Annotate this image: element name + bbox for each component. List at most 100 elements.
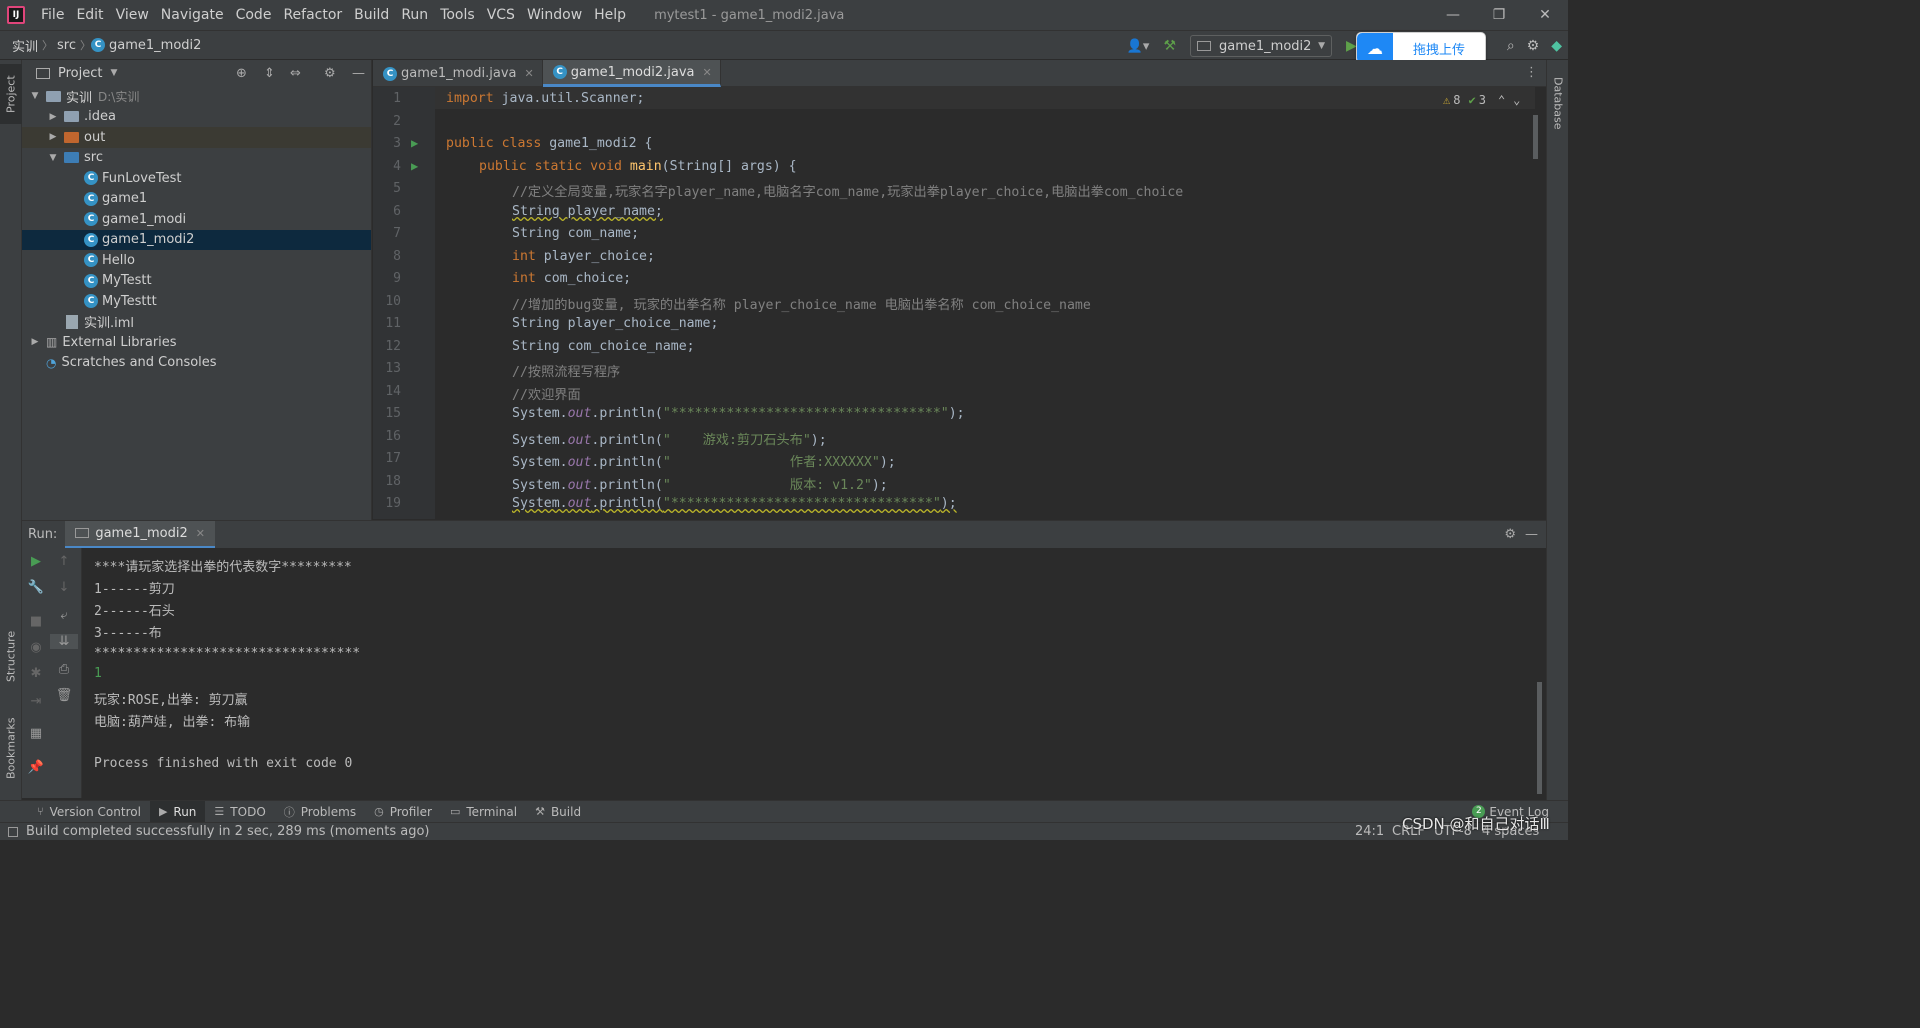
tree-item-funlovetest[interactable]: C FunLoveTest bbox=[22, 168, 371, 189]
trash-icon[interactable]: 🗑 bbox=[50, 688, 78, 703]
user-icon[interactable]: 👤▾ bbox=[1127, 39, 1150, 54]
tree-item-src[interactable]: ▼ src bbox=[22, 148, 371, 169]
run-configuration-select[interactable]: game1_modi2 ▼ bbox=[1190, 35, 1333, 57]
arrow-up-icon[interactable]: ↑ bbox=[50, 554, 78, 569]
menu-run[interactable]: Run bbox=[395, 0, 434, 30]
restore-button[interactable]: ❐ bbox=[1476, 0, 1522, 30]
tree-item-idea[interactable]: ▶ .idea bbox=[22, 107, 371, 128]
tool-label: Terminal bbox=[466, 804, 518, 819]
project-panel-title[interactable]: Project bbox=[58, 66, 102, 81]
editor-tab-game1-modi2[interactable]: C game1_modi2.java ✕ bbox=[542, 60, 721, 87]
menu-edit[interactable]: Edit bbox=[70, 0, 109, 30]
tree-item-mytestt[interactable]: C MyTestt bbox=[22, 271, 371, 292]
menu-build[interactable]: Build bbox=[348, 0, 395, 30]
tree-item-game1-modi2[interactable]: C game1_modi2 bbox=[22, 229, 371, 250]
tree-item-scratches[interactable]: ◔ Scratches and Consoles bbox=[22, 353, 371, 374]
code-editor[interactable]: import java.util.Scanner; public class g… bbox=[435, 87, 1546, 519]
line-number: 13 bbox=[385, 361, 401, 376]
gear-icon[interactable]: ⚙ bbox=[1504, 527, 1516, 542]
minimize-button[interactable]: — bbox=[1430, 0, 1476, 30]
console-output[interactable]: ****请玩家选择出拳的代表数字********* 1------剪刀 2---… bbox=[82, 548, 1546, 798]
todo-tab[interactable]: ☰ TODO bbox=[205, 801, 274, 823]
pin-icon[interactable]: 📌 bbox=[22, 760, 50, 775]
collapse-all-icon[interactable]: ⇔ bbox=[290, 66, 301, 81]
problems-tab[interactable]: ⓘ Problems bbox=[275, 801, 365, 823]
chevron-down-icon[interactable]: ⌄ bbox=[1513, 93, 1520, 107]
title-bar: IJ File Edit View Navigate Code Refactor… bbox=[0, 0, 1568, 30]
build-tab[interactable]: ⚒ Build bbox=[526, 801, 590, 823]
menu-view[interactable]: View bbox=[110, 0, 155, 30]
tree-root[interactable]: ▼ 实训 D:\实训 bbox=[22, 86, 371, 107]
code-line: public class game1_modi2 { bbox=[446, 136, 653, 151]
chevron-down-icon[interactable]: ▼ bbox=[110, 68, 117, 78]
tree-item-out[interactable]: ▶ out bbox=[22, 127, 371, 148]
branch-icon: ⑂ bbox=[37, 805, 44, 818]
menu-help[interactable]: Help bbox=[588, 0, 632, 30]
close-window-button[interactable]: ✕ bbox=[1522, 0, 1568, 30]
java-class-icon: C bbox=[84, 232, 98, 247]
tree-item-game1[interactable]: C game1 bbox=[22, 189, 371, 210]
profiler-tab[interactable]: ◷ Profiler bbox=[365, 801, 441, 823]
menu-window[interactable]: Window bbox=[521, 0, 588, 30]
code-line: String player_choice_name; bbox=[512, 316, 719, 331]
close-icon[interactable]: ✕ bbox=[196, 527, 205, 540]
print-icon[interactable]: ⎙ bbox=[50, 662, 78, 677]
tree-item-game1-modi[interactable]: C game1_modi bbox=[22, 209, 371, 230]
editor-tab-game1-modi[interactable]: C game1_modi.java ✕ bbox=[373, 60, 543, 87]
tree-item-hello[interactable]: C Hello bbox=[22, 250, 371, 271]
rerun-icon[interactable]: ▶ bbox=[22, 554, 50, 569]
hide-icon[interactable]: — bbox=[352, 66, 365, 81]
structure-side-tab[interactable]: Structure bbox=[0, 620, 22, 692]
debug-icon[interactable]: ✱ bbox=[22, 666, 50, 681]
terminal-tab[interactable]: ▭ Terminal bbox=[441, 801, 526, 823]
line-number: 18 bbox=[385, 474, 401, 489]
build-hammer-icon[interactable]: ⚒ bbox=[1163, 38, 1176, 54]
version-control-tab[interactable]: ⑂ Version Control bbox=[28, 801, 150, 823]
folder-icon bbox=[64, 111, 79, 123]
menu-vcs[interactable]: VCS bbox=[481, 0, 521, 30]
status-message[interactable]: Build completed successfully in 2 sec, 2… bbox=[26, 824, 430, 839]
run-gutter-icon[interactable]: ▶ bbox=[411, 159, 418, 173]
gear-icon[interactable]: ⚙ bbox=[324, 66, 336, 81]
toggle-tool-windows-icon[interactable] bbox=[8, 826, 18, 837]
close-icon[interactable]: ✕ bbox=[703, 66, 712, 79]
breadcrumb-project[interactable]: 实训 bbox=[8, 36, 42, 55]
tree-item-external-libraries[interactable]: ▶ ▥ External Libraries bbox=[22, 332, 371, 353]
run-tool-tab[interactable]: ▶ Run bbox=[149, 800, 206, 823]
menu-file[interactable]: File bbox=[35, 0, 70, 30]
wrench-icon[interactable]: 🔧 bbox=[22, 580, 50, 595]
database-side-tab[interactable]: Database bbox=[1547, 68, 1569, 138]
project-side-tab[interactable]: Project bbox=[0, 64, 22, 124]
camera-icon[interactable]: ◉ bbox=[22, 640, 50, 655]
scroll-to-end-icon[interactable]: ⇊ bbox=[50, 634, 78, 649]
menu-tools[interactable]: Tools bbox=[434, 0, 481, 30]
caret-position[interactable]: 24:1 bbox=[1355, 824, 1384, 839]
breadcrumb-src[interactable]: src bbox=[53, 38, 80, 53]
close-icon[interactable]: ✕ bbox=[525, 67, 534, 80]
exit-icon[interactable]: ⇥ bbox=[22, 694, 50, 709]
plugin-icon[interactable]: ◆ bbox=[1551, 38, 1562, 54]
run-gutter-icon[interactable]: ▶ bbox=[411, 136, 418, 150]
layout-icon[interactable]: ▦ bbox=[22, 726, 50, 741]
expand-all-icon[interactable]: ⇕ bbox=[264, 66, 275, 81]
chevron-up-icon[interactable]: ⌃ bbox=[1498, 93, 1505, 107]
menu-refactor[interactable]: Refactor bbox=[277, 0, 348, 30]
soft-wrap-icon[interactable]: ⤶ bbox=[50, 608, 78, 623]
inspection-widget[interactable]: ⚠ 8 ✔ 3 ⌃ ⌄ bbox=[1443, 93, 1520, 107]
settings-icon[interactable]: ⚙ bbox=[1527, 38, 1540, 54]
run-tab[interactable]: game1_modi2 ✕ bbox=[65, 520, 215, 549]
stop-icon[interactable]: ■ bbox=[22, 614, 50, 629]
hide-icon[interactable]: — bbox=[1525, 527, 1538, 542]
tree-item-iml[interactable]: 实训.iml bbox=[22, 312, 371, 333]
breadcrumb-file[interactable]: game1_modi2 bbox=[109, 38, 205, 53]
locate-icon[interactable]: ⊕ bbox=[236, 66, 247, 81]
editor-scrollbar[interactable] bbox=[1533, 115, 1538, 159]
arrow-down-icon[interactable]: ↓ bbox=[50, 580, 78, 595]
bookmarks-side-tab[interactable]: Bookmarks bbox=[0, 708, 22, 788]
menu-code[interactable]: Code bbox=[230, 0, 278, 30]
menu-navigate[interactable]: Navigate bbox=[155, 0, 230, 30]
search-icon[interactable]: ⌕ bbox=[1507, 38, 1515, 54]
tree-item-mytesttt[interactable]: C MyTesttt bbox=[22, 291, 371, 312]
more-tabs-icon[interactable]: ⋮ bbox=[1525, 65, 1538, 80]
console-scrollbar[interactable] bbox=[1537, 682, 1542, 794]
